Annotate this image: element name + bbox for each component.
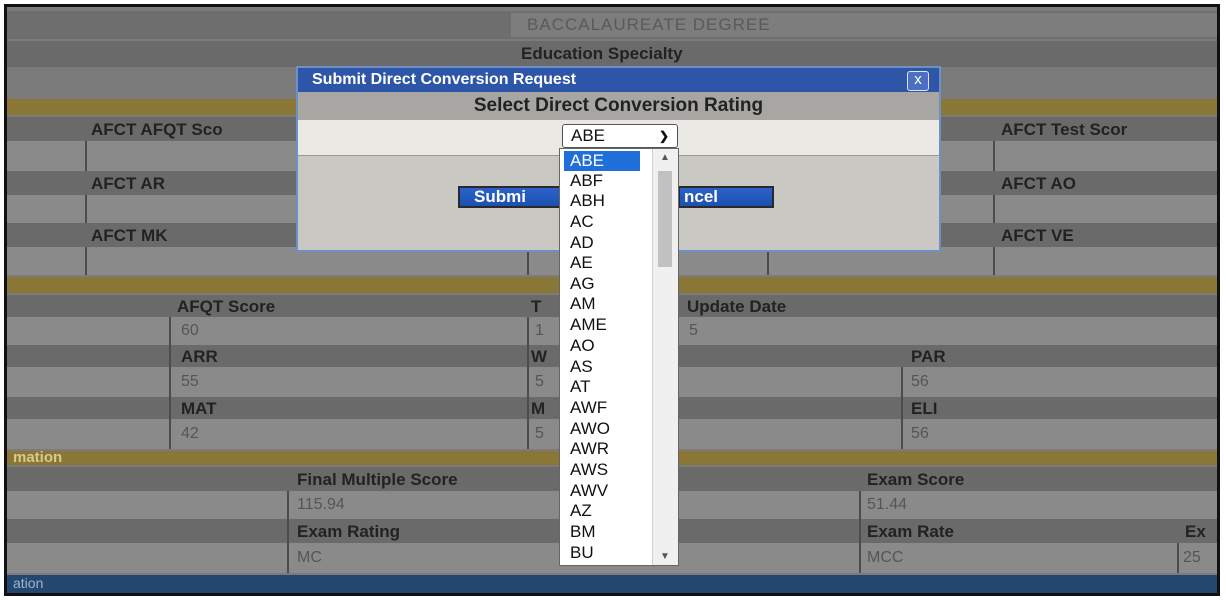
rating-select[interactable]: ABE ❯ <box>562 124 678 148</box>
exam-score-value: 51.44 <box>867 496 908 513</box>
update-date-label: Update Date <box>687 297 787 316</box>
eli-label: ELI <box>911 399 938 418</box>
final-multiple-score-value: 115.94 <box>297 496 345 513</box>
exam-rate-value: MCC <box>867 549 904 566</box>
w-partial-label: W <box>531 347 548 366</box>
scroll-up-icon[interactable]: ▲ <box>660 152 670 163</box>
cancel-button[interactable]: ncel <box>678 186 774 208</box>
chevron-down-icon: ❯ <box>658 129 669 143</box>
divider <box>859 491 861 573</box>
divider <box>527 317 529 449</box>
dialog-title: Submit Direct Conversion Request <box>312 71 577 88</box>
rating-option[interactable]: BM <box>564 522 640 542</box>
rating-option[interactable]: AWF <box>564 398 640 418</box>
afqt-score-label: AFQT Score <box>177 297 276 316</box>
rating-select-value: ABE <box>571 126 606 145</box>
rating-option[interactable]: ABF <box>564 171 640 191</box>
final-multiple-score-label: Final Multiple Score <box>297 470 458 489</box>
rating-option[interactable]: AWV <box>564 481 640 501</box>
afct-ao-label: AFCT AO <box>1001 174 1076 193</box>
divider <box>85 195 87 223</box>
scroll-down-icon[interactable]: ▼ <box>660 551 670 562</box>
close-icon[interactable]: x <box>907 71 929 91</box>
m-value-partial: 5 <box>535 425 544 442</box>
scrollbar-thumb[interactable] <box>658 171 672 267</box>
rating-option[interactable]: AWO <box>564 419 640 439</box>
mat-label: MAT <box>181 399 217 418</box>
m-partial-label: M <box>531 399 546 418</box>
rating-option[interactable]: AME <box>564 315 640 335</box>
eli-value: 56 <box>911 425 929 442</box>
exam-rate-label: Exam Rate <box>867 522 954 541</box>
edge-label: Ex <box>1185 522 1206 541</box>
close-glyph: x <box>914 71 922 88</box>
rating-option[interactable]: AWS <box>564 460 640 480</box>
rating-option[interactable]: AO <box>564 336 640 356</box>
rating-option[interactable]: AZ <box>564 501 640 521</box>
dialog-subtitle: Select Direct Conversion Rating <box>298 92 939 120</box>
footer-label: ation <box>13 575 44 591</box>
divider <box>1177 543 1179 573</box>
edge-value: 25 <box>1183 549 1201 566</box>
education-specialty-row: Education Specialty <box>7 41 1217 67</box>
par-label: PAR <box>911 347 946 366</box>
afct-mk-label: AFCT MK <box>91 226 168 245</box>
education-specialty-label: Education Specialty <box>521 44 683 63</box>
divider <box>85 247 87 275</box>
exam-score-label: Exam Score <box>867 470 965 489</box>
afqt-score-value: 60 <box>181 322 199 339</box>
rating-option[interactable]: AT <box>564 377 640 397</box>
arr-value: 55 <box>181 373 199 390</box>
divider <box>85 141 87 171</box>
rating-option[interactable]: BU <box>564 543 640 563</box>
par-value: 56 <box>911 373 929 390</box>
divider <box>169 317 171 449</box>
rating-option[interactable]: AM <box>564 294 640 314</box>
divider <box>993 141 995 171</box>
divider <box>993 195 995 223</box>
degree-text: BACCALAUREATE DEGREE <box>527 15 771 34</box>
rating-option[interactable]: AWR <box>564 439 640 459</box>
rating-option[interactable]: AE <box>564 253 640 273</box>
afct-ve-label: AFCT VE <box>1001 226 1074 245</box>
rating-option[interactable]: AS <box>564 357 640 377</box>
afct-afqt-score-label: AFCT AFQT Sco <box>91 120 223 139</box>
divider <box>287 491 289 573</box>
rating-dropdown-list[interactable]: ABE ABF ABH AC AD AE AG AM AME AO AS AT … <box>559 148 679 566</box>
mat-value: 42 <box>181 425 199 442</box>
divider <box>901 367 903 449</box>
rating-option[interactable]: ABE <box>564 151 640 171</box>
rating-option[interactable]: AC <box>564 212 640 232</box>
date-partial-right: 5 <box>689 322 698 339</box>
exam-rating-label: Exam Rating <box>297 522 400 541</box>
date-partial-left: 1 <box>535 322 544 339</box>
w-value-partial: 5 <box>535 373 544 390</box>
rating-option[interactable]: ABH <box>564 191 640 211</box>
dropdown-scrollbar[interactable]: ▲ ▼ <box>652 149 678 565</box>
t-partial-label: T <box>531 297 542 316</box>
rating-option[interactable]: AG <box>564 274 640 294</box>
submit-button[interactable]: Submi <box>458 186 562 208</box>
exam-rating-value: MC <box>297 549 322 566</box>
information-section-label: mation <box>13 449 63 466</box>
rating-option[interactable]: AD <box>564 233 640 253</box>
degree-cell: BACCALAUREATE DEGREE <box>511 13 1217 37</box>
divider <box>993 247 995 275</box>
afct-ar-label: AFCT AR <box>91 174 165 193</box>
dialog-title-bar: Submit Direct Conversion Request <box>298 68 939 92</box>
footer-bar: ation <box>7 575 1217 593</box>
arr-label: ARR <box>181 347 218 366</box>
afct-test-score-label: AFCT Test Scor <box>1001 120 1128 139</box>
